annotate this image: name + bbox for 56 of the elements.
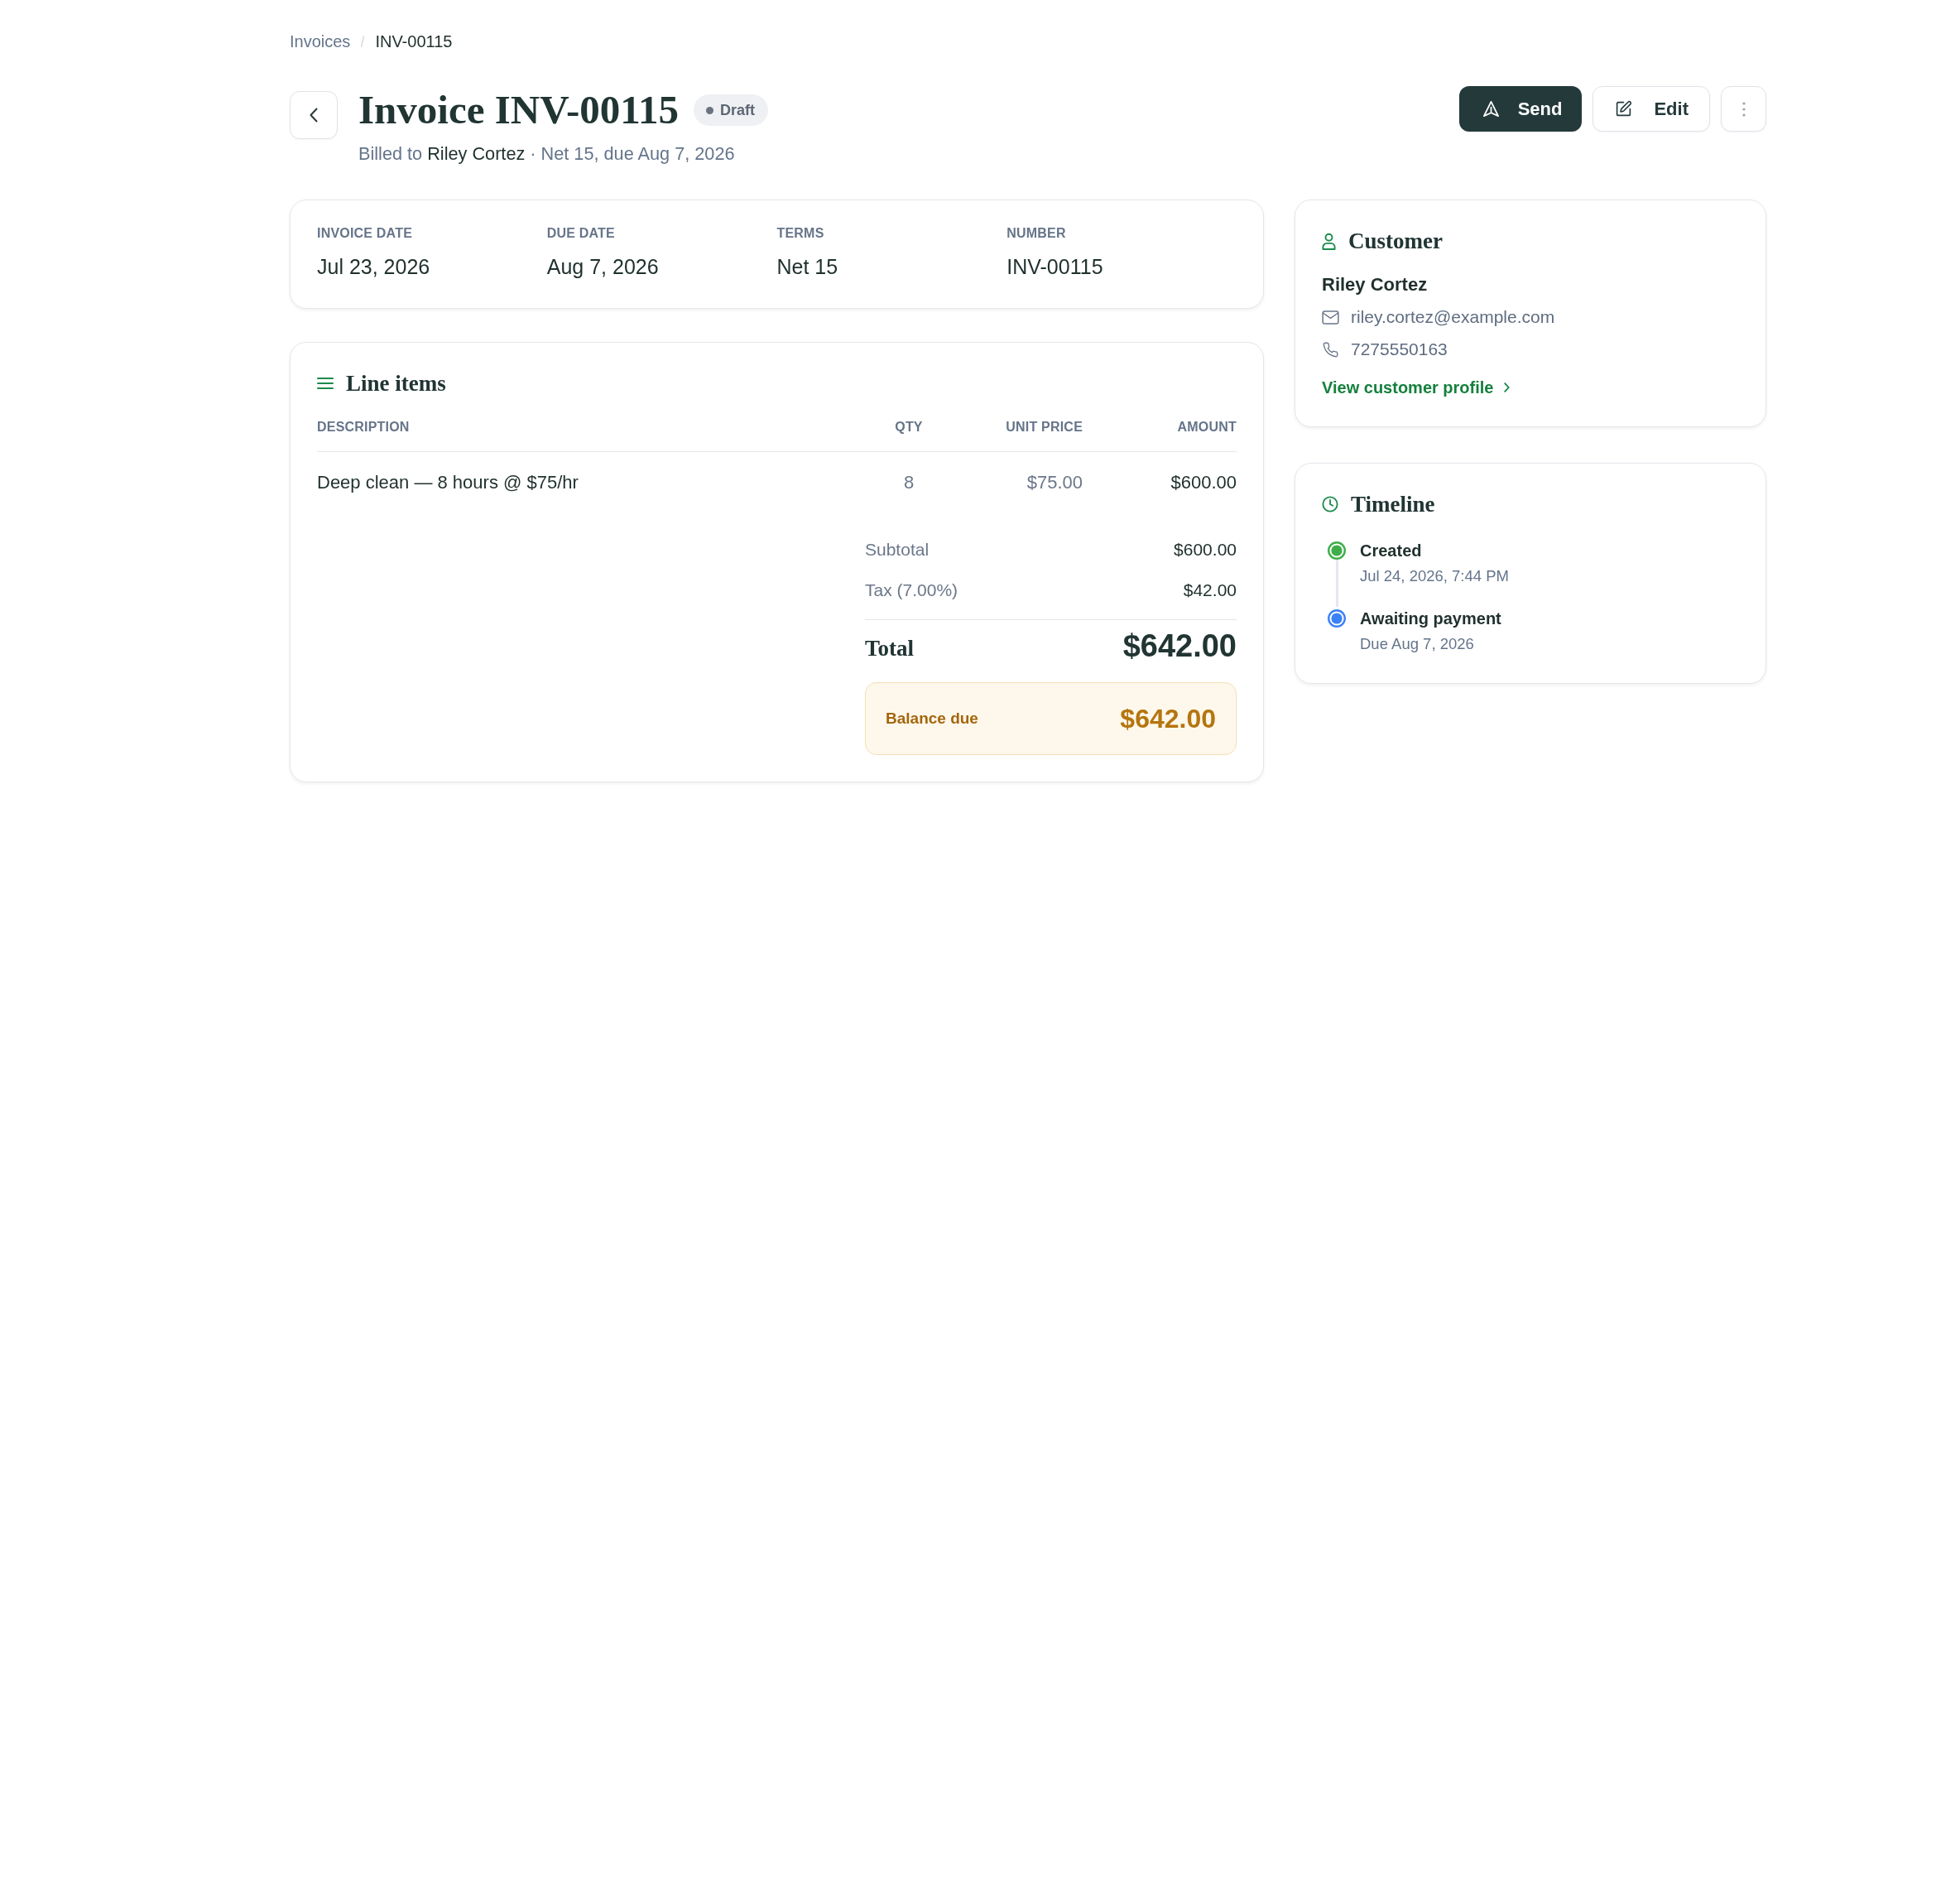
column-header: QTY <box>894 419 924 435</box>
breadcrumb-item[interactable]: Invoices <box>290 30 351 53</box>
view-profile-link[interactable]: View customer profile <box>1322 376 1511 399</box>
more-button[interactable] <box>1721 86 1766 132</box>
event-detail: Due Aug 7, 2026 <box>1360 634 1475 654</box>
customer-phone: 7275550163 <box>1351 339 1448 360</box>
card-title: Timeline <box>1351 491 1435 518</box>
total-label: Total <box>865 635 915 662</box>
person-icon <box>1322 232 1336 250</box>
phone-icon <box>1322 341 1339 358</box>
column-header: UNIT PRICE <box>1005 419 1083 435</box>
field-label: TERMS <box>776 225 825 242</box>
chevron-left-icon <box>310 108 318 123</box>
invoice-title: Invoice INV-00115 <box>358 87 679 133</box>
list-icon <box>317 375 334 392</box>
pencil-square-icon <box>1615 100 1633 118</box>
field-value: Jul 23, 2026 <box>317 254 431 280</box>
event-title: Awaiting payment <box>1360 609 1501 629</box>
balance-due-value: $642.00 <box>1120 703 1216 734</box>
totals-value: $600.00 <box>1174 539 1237 560</box>
breadcrumb-item: INV-00115 <box>375 31 453 52</box>
clock-icon <box>1322 496 1338 512</box>
field-label: DUE DATE <box>546 225 616 242</box>
table-cell-text: Deep clean — 8 hours @ $75/hr <box>317 471 579 494</box>
totals-value: $42.00 <box>1183 580 1237 601</box>
paper-plane-icon <box>1482 100 1500 118</box>
field-value: Net 15 <box>776 254 839 280</box>
more-icon <box>1741 101 1746 117</box>
event-detail: Jul 24, 2026, 7:44 PM <box>1360 566 1509 586</box>
balance-due-label: Balance due <box>886 710 978 728</box>
invoice-subtitle: Billed to Riley Cortez · Net 15, due Aug 7, 2026 <box>358 142 736 166</box>
back-button[interactable] <box>290 91 338 139</box>
send-button[interactable]: Send <box>1458 86 1583 132</box>
field-label: NUMBER <box>1006 225 1067 242</box>
table-cell-text: $600.00 <box>1170 471 1237 494</box>
field-value: Aug 7, 2026 <box>546 254 660 280</box>
column-header: AMOUNT <box>1176 419 1237 435</box>
status-dot-icon <box>706 106 713 114</box>
column-header: DESCRIPTION <box>317 419 411 435</box>
customer-name: Riley Cortez <box>1322 273 1429 296</box>
slash-icon <box>361 36 365 47</box>
envelope-icon <box>1322 309 1339 325</box>
event-title: Created <box>1360 541 1423 561</box>
field-value: INV-00115 <box>1006 254 1104 280</box>
totals-label: Subtotal <box>865 539 930 560</box>
status-label: Draft <box>720 101 755 119</box>
customer-email: riley.cortez@example.com <box>1351 306 1555 328</box>
field-label: INVOICE DATE <box>317 225 413 242</box>
card-title: Line items <box>346 370 446 397</box>
total-value: $642.00 <box>1122 628 1237 664</box>
chevron-right-icon <box>1504 382 1511 392</box>
edit-button[interactable]: Edit <box>1592 86 1710 132</box>
table-cell-text: 8 <box>902 471 915 494</box>
totals-label: Tax (7.00%) <box>865 580 958 601</box>
table-cell-text: $75.00 <box>1026 471 1083 494</box>
card-title: Customer <box>1348 228 1443 255</box>
